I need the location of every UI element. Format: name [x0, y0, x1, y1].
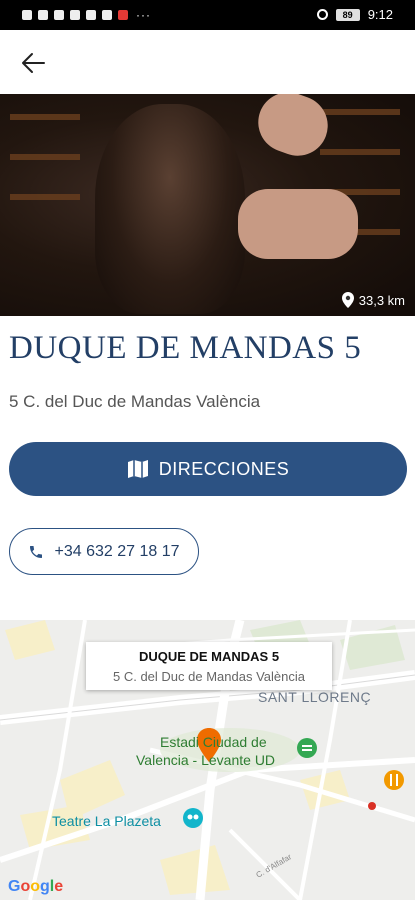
wifi-icon	[54, 10, 64, 20]
image-icon	[86, 10, 96, 20]
more-notifications: ···	[136, 8, 151, 22]
app-notification-icon	[118, 10, 128, 20]
status-bar: ··· 89 9:12	[0, 0, 415, 30]
map-info-window[interactable]: DUQUE DE MANDAS 5 5 C. del Duc de Mandas…	[86, 642, 332, 690]
business-name: DUQUE DE MANDAS 5	[9, 330, 362, 366]
mail-icon	[102, 10, 112, 20]
logo-letter: G	[8, 878, 21, 895]
business-address: 5 C. del Duc de Mandas València	[9, 392, 261, 411]
directions-button[interactable]: DIRECCIONES	[9, 442, 407, 496]
stadium-label-1: Estadi Ciudad de	[160, 734, 267, 750]
info-window-title: DUQUE DE MANDAS 5	[138, 649, 280, 664]
google-logo: Google	[8, 878, 63, 896]
status-time: 9:12	[367, 7, 393, 22]
directions-label: DIRECCIONES	[158, 458, 290, 479]
arrow-left-icon[interactable]	[18, 48, 48, 78]
distance-text: 33,3 km	[358, 292, 405, 308]
phone-number: +34 632 27 18 17	[54, 542, 180, 560]
stadium-label-2: Valencia - Levante UD	[136, 752, 275, 768]
logo-letter: g	[40, 878, 50, 895]
theatre-label: Teatre La Plazeta	[52, 813, 161, 829]
phone-icon	[30, 545, 43, 558]
app-bar	[0, 30, 415, 94]
alarm-icon	[316, 9, 328, 20]
phone-button[interactable]: +34 632 27 18 17	[9, 528, 199, 575]
hair-graphic	[95, 104, 245, 314]
distance-badge: 33,3 km	[341, 292, 405, 308]
location-pin-icon	[341, 292, 354, 308]
battery-icon: 89	[335, 8, 360, 21]
logo-letter: o	[30, 878, 41, 895]
info-window-address: 5 C. del Duc de Mandas València	[113, 669, 305, 684]
signal-icon	[22, 10, 32, 20]
notification-icons: ···	[22, 8, 151, 22]
signal-icon-2	[38, 10, 48, 20]
district-label: SANT LLORENÇ	[258, 689, 371, 705]
cloud-icon	[70, 10, 80, 20]
logo-letter: e	[54, 878, 64, 895]
salon-photo: 33,3 km	[0, 94, 415, 316]
logo-letter: o	[20, 878, 31, 895]
map-icon	[127, 460, 148, 478]
